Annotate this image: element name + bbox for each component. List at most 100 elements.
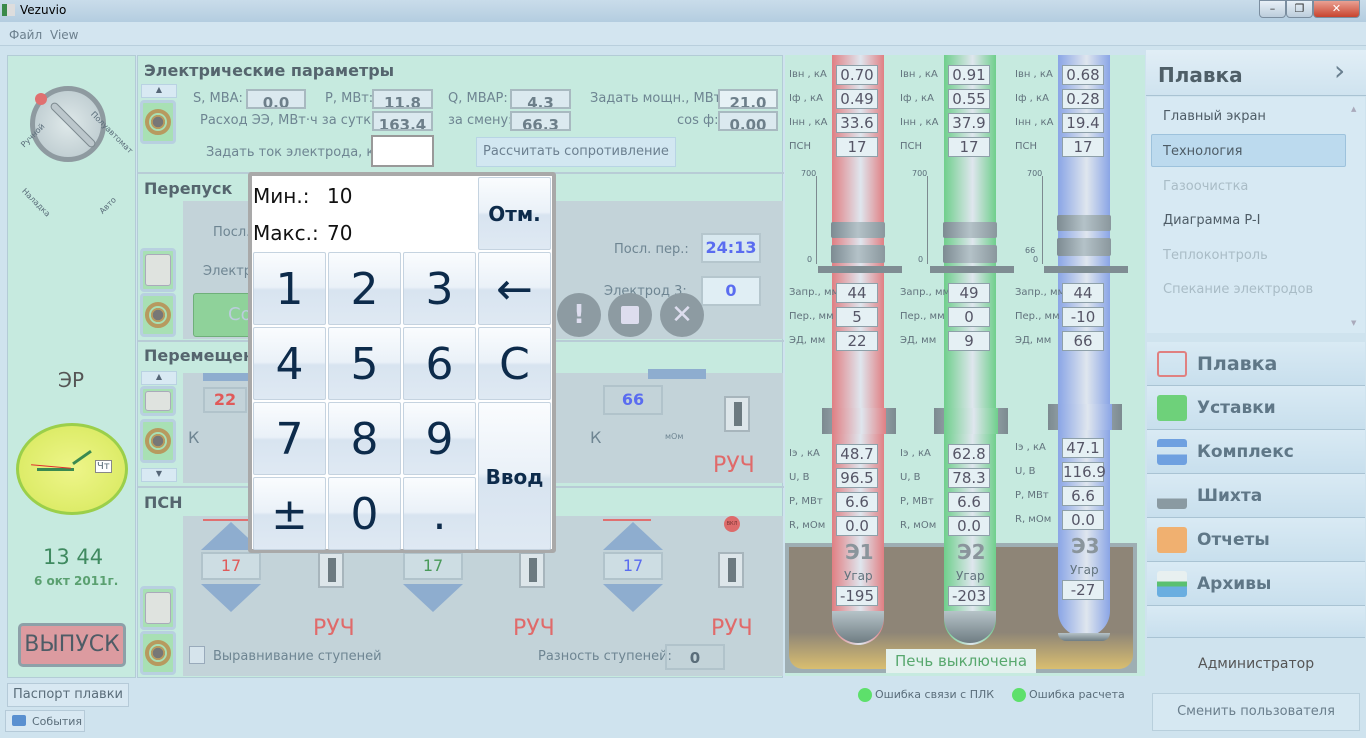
electrode-3-ed-value: 66 xyxy=(1062,331,1104,351)
stop-button[interactable] xyxy=(608,293,652,337)
nav-sub-technology[interactable]: Технология xyxy=(1163,144,1242,159)
menu-file[interactable]: Файл xyxy=(9,28,42,42)
e3-movement-switch[interactable] xyxy=(724,396,750,432)
scroll-up-arrow[interactable]: ▲ xyxy=(1351,105,1356,113)
psn2-switch[interactable] xyxy=(519,552,545,588)
set-current-input[interactable] xyxy=(371,135,434,167)
right-navigation: Плавка › Главный экран Технология Газооч… xyxy=(1146,50,1366,738)
key-4[interactable]: 4 xyxy=(253,327,326,400)
scroll-doc-button[interactable] xyxy=(140,248,176,292)
key-3[interactable]: 3 xyxy=(403,252,476,325)
psn2-value: 17 xyxy=(403,552,463,580)
clear-key[interactable]: C xyxy=(478,327,551,400)
decimal-key[interactable]: . xyxy=(403,477,476,550)
electrode-3-upper-clamp xyxy=(1057,215,1111,231)
maximize-button[interactable]: ❐ xyxy=(1286,0,1313,18)
electrode-2-inn-value: 37.9 xyxy=(948,113,990,133)
psn2-down-button[interactable] xyxy=(403,584,463,612)
psn3-down-button[interactable] xyxy=(603,584,663,612)
electrode-2-ed-label: ЭД, мм xyxy=(900,335,937,346)
nav-sub-heat: Теплоконтроль xyxy=(1163,248,1268,263)
scroll-up-button[interactable]: ▲ xyxy=(141,84,177,98)
electrode-2-r-value: 0.0 xyxy=(948,516,990,536)
helm-button[interactable] xyxy=(140,100,176,144)
nav-sub-pi-diagram[interactable]: Диаграмма P-I xyxy=(1163,213,1260,228)
nav-melting[interactable]: Плавка xyxy=(1147,342,1365,386)
switch-user-button[interactable]: Сменить пользователя xyxy=(1152,693,1360,731)
release-button[interactable]: ВЫПУСК xyxy=(18,623,126,667)
cancel-x-button[interactable]: ✕ xyxy=(660,293,704,337)
psn1-switch[interactable] xyxy=(318,552,344,588)
key-8[interactable]: 8 xyxy=(328,402,401,475)
nav-settings[interactable]: Уставки xyxy=(1147,386,1365,430)
psn3-up-button[interactable] xyxy=(603,522,663,550)
electrode-3-ivn-value: 0.68 xyxy=(1062,65,1104,85)
set-power-input[interactable]: 21.0 xyxy=(718,89,778,109)
close-button[interactable]: ✕ xyxy=(1313,0,1360,18)
events-button[interactable]: События xyxy=(5,710,85,732)
nav-archives[interactable]: Архивы xyxy=(1147,562,1365,606)
plus-minus-key[interactable]: ± xyxy=(253,477,326,550)
key-5[interactable]: 5 xyxy=(328,327,401,400)
consumption-day-label: Расход ЭЭ, МВт·ч за сутки: xyxy=(200,113,384,128)
nav-complex[interactable]: Комплекс xyxy=(1147,430,1365,474)
last-label: Посл. xyxy=(213,225,251,240)
electrode-3-holder xyxy=(1048,404,1122,430)
helm-button-3[interactable] xyxy=(140,419,176,463)
nav-reports[interactable]: Отчеты xyxy=(1147,518,1365,562)
electrode-1-per-label: Пер., мм xyxy=(789,311,834,322)
warning-button[interactable]: ! xyxy=(557,293,601,337)
events-label: События xyxy=(32,715,83,728)
psn3-on-knob[interactable]: ВКЛ xyxy=(724,516,740,532)
e1-k-label: К xyxy=(188,428,200,447)
nav-sub-main[interactable]: Главный экран xyxy=(1163,109,1266,124)
p-value: 11.8 xyxy=(372,89,433,109)
scroll-doc-button-3[interactable] xyxy=(140,586,176,630)
scale-max-label: 700 xyxy=(801,169,817,178)
helm-button-2[interactable] xyxy=(140,293,176,337)
scroll-down-arrow[interactable]: ▼ xyxy=(1351,319,1356,327)
electrode-2-ie-label: Iэ , кА xyxy=(900,448,931,459)
key-6[interactable]: 6 xyxy=(403,327,476,400)
electrode-3-ed-label: ЭД, мм xyxy=(1015,335,1052,346)
equalize-checkbox[interactable] xyxy=(189,646,205,664)
key-1[interactable]: 1 xyxy=(253,252,326,325)
scroll-up-button-2[interactable]: ▲ xyxy=(141,371,177,385)
key-9[interactable]: 9 xyxy=(403,402,476,475)
electrode3-value: 0 xyxy=(701,276,761,306)
electrode-2-upper-clamp xyxy=(943,222,997,238)
psn3-switch[interactable] xyxy=(718,552,744,588)
electrode-3-psn-label: ПСН xyxy=(1015,141,1038,152)
electrode-1-r-label: R, мОм xyxy=(789,520,826,531)
key-0[interactable]: 0 xyxy=(328,477,401,550)
calc-resistance-button[interactable]: Рассчитать сопротивление xyxy=(476,137,676,167)
enter-key[interactable]: Ввод xyxy=(478,402,551,550)
nav-charge[interactable]: Шихта xyxy=(1147,474,1365,518)
key-7[interactable]: 7 xyxy=(253,402,326,475)
electrode-1-psn-label: ПСН xyxy=(789,141,812,152)
electrode-3-if-value: 0.28 xyxy=(1062,89,1104,109)
shift-value: 66.3 xyxy=(510,111,571,131)
electrode-2-p-value: 6.6 xyxy=(948,492,990,512)
equalize-label: Выравнивание ступеней xyxy=(213,649,382,664)
electrode-1-if-value: 0.49 xyxy=(836,89,878,109)
key-2[interactable]: 2 xyxy=(328,252,401,325)
electrode-2-inn-label: Iнн , кА xyxy=(900,117,939,128)
electrode-1-if-label: Iф , кА xyxy=(789,93,823,104)
backspace-key[interactable]: ← xyxy=(478,252,551,325)
left-panel: Ручной Полуавтомат Наладка Авто ЭР Чт 13… xyxy=(7,55,136,678)
numeric-keypad-popup: Мин.: 10 Макс.: 70 Отм. 1 2 3 ← 4 5 6 C … xyxy=(248,172,556,553)
menu-view[interactable]: View xyxy=(50,28,78,42)
cancel-key[interactable]: Отм. xyxy=(478,177,551,250)
passport-button[interactable]: Паспорт плавки xyxy=(7,683,129,707)
min-value: 10 xyxy=(327,184,353,208)
scroll-down-button[interactable]: ▼ xyxy=(141,468,177,482)
electrode-2-zapr-value: 49 xyxy=(948,283,990,303)
electrode-3-r-value: 0.0 xyxy=(1062,510,1104,530)
minimize-button[interactable]: – xyxy=(1259,0,1286,18)
scroll-doc-button-2[interactable] xyxy=(140,386,176,416)
chevron-right-icon[interactable]: › xyxy=(1334,54,1345,87)
psn1-down-button[interactable] xyxy=(201,584,261,612)
electrode-3-ie-label: Iэ , кА xyxy=(1015,442,1046,453)
helm-button-4[interactable] xyxy=(140,631,176,675)
